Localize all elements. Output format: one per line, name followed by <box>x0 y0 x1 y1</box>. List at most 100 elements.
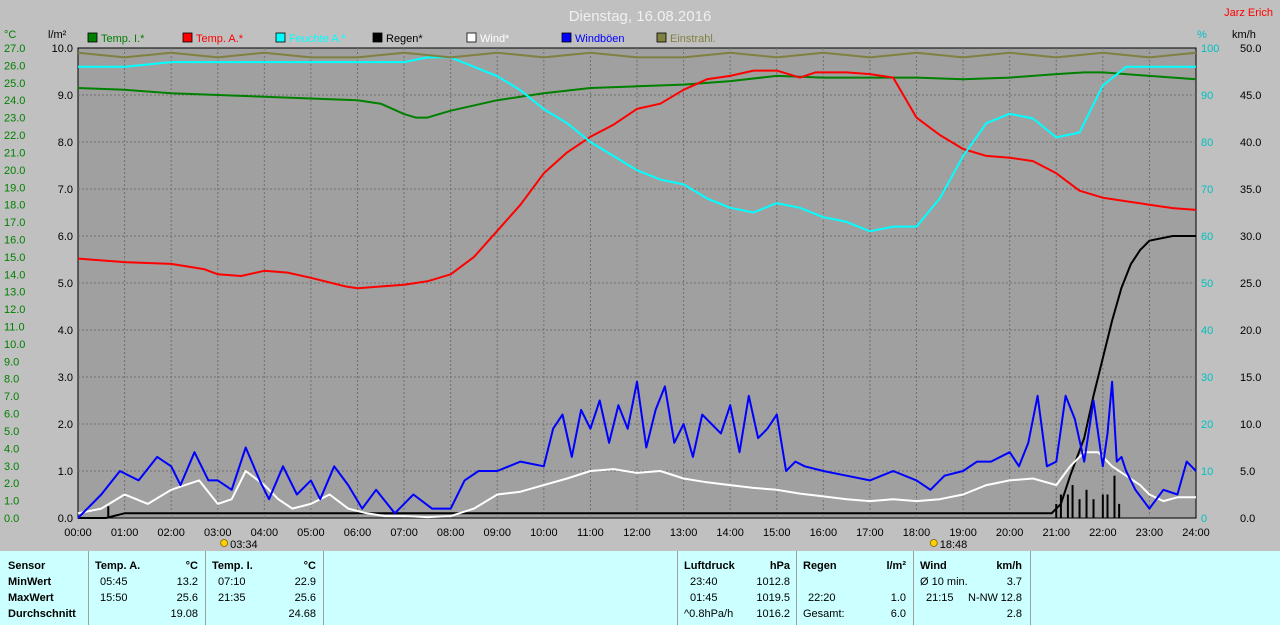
wind-header: Wind <box>920 560 947 572</box>
tick-label-rain: 9.0 <box>58 90 73 102</box>
rain-max-time: 22:20 <box>808 592 836 604</box>
tick-label-time: 22:00 <box>1089 527 1117 539</box>
tick-label-humidity: 90 <box>1201 90 1213 102</box>
sunrise-label: 03:34 <box>230 539 258 551</box>
tick-label-humidity: 10 <box>1201 466 1213 478</box>
tick-label-temp: 20.0 <box>4 165 25 177</box>
temp-i-avg: 24.68 <box>288 608 316 620</box>
tick-label-temp: 1.0 <box>4 496 19 508</box>
legend-swatch <box>466 32 477 43</box>
tick-label-wind: 45.0 <box>1240 90 1261 102</box>
temp-i-min-time: 07:10 <box>218 576 246 588</box>
legend-swatch <box>275 32 286 43</box>
tick-label-time: 14:00 <box>716 527 744 539</box>
rain-bar <box>1078 499 1081 518</box>
rain-bar <box>1059 494 1062 518</box>
wind-avg10: 3.7 <box>1006 576 1022 588</box>
tick-label-time: 15:00 <box>763 527 791 539</box>
tick-label-rain: 8.0 <box>58 137 73 149</box>
legend-swatch <box>561 32 572 43</box>
tick-label-rain: 6.0 <box>58 231 73 243</box>
legend-swatch <box>87 32 98 43</box>
tick-label-temp: 27.0 <box>4 43 25 55</box>
tick-label-time: 09:00 <box>483 527 511 539</box>
wind-max: 12.8 <box>1000 592 1022 604</box>
tick-label-temp: 22.0 <box>4 130 25 142</box>
sunset-label: 18:48 <box>940 539 968 551</box>
tick-label-time: 06:00 <box>344 527 372 539</box>
tick-label-humidity: 60 <box>1201 231 1213 243</box>
rain-total: 6.0 <box>890 608 906 620</box>
pressure-max-time: 01:45 <box>690 592 718 604</box>
tick-label-temp: 19.0 <box>4 182 25 194</box>
tick-label-rain: 3.0 <box>58 372 73 384</box>
pressure-trend: ^0.8hPa/h <box>684 608 734 620</box>
tick-label-humidity: 40 <box>1201 325 1213 337</box>
tick-label-temp: 15.0 <box>4 252 25 264</box>
sunset-icon <box>929 539 938 547</box>
tick-label-rain: 1.0 <box>58 466 73 478</box>
rain-total-label: Gesamt: <box>803 608 845 620</box>
tick-label-time: 19:00 <box>949 527 977 539</box>
rain-header: Regen <box>803 560 837 572</box>
tick-label-temp: 24.0 <box>4 95 25 107</box>
tick-label-time: 04:00 <box>251 527 279 539</box>
rain-bar <box>1092 499 1095 518</box>
tick-label-time: 21:00 <box>1042 527 1070 539</box>
axis-unit-humidity: % <box>1197 29 1207 41</box>
stats-panel: Sensor MinWert MaxWert Durchschnitt Temp… <box>0 551 1280 625</box>
tick-label-time: 24:00 <box>1182 527 1210 539</box>
chart-title: Dienstag, 16.08.2016 <box>569 8 712 25</box>
pressure-max: 1019.5 <box>756 592 790 604</box>
tick-label-temp: 17.0 <box>4 217 25 229</box>
tick-label-time: 11:00 <box>577 527 604 539</box>
rain-bar <box>1113 475 1116 518</box>
tick-label-time: 07:00 <box>390 527 418 539</box>
tick-label-temp: 21.0 <box>4 147 25 159</box>
temp-a-max-time: 15:50 <box>100 592 128 604</box>
temp-i-max-time: 21:35 <box>218 592 246 604</box>
legend-label: Einstrahl. <box>670 33 716 45</box>
tick-label-temp: 3.0 <box>4 461 19 473</box>
tick-label-temp: 8.0 <box>4 374 19 386</box>
tick-label-temp: 0.0 <box>4 513 19 525</box>
tick-label-time: 17:00 <box>856 527 884 539</box>
legend-label: Wind* <box>480 33 510 45</box>
tick-label-temp: 4.0 <box>4 443 19 455</box>
pressure-min: 1012.8 <box>756 576 790 588</box>
tick-label-humidity: 70 <box>1201 184 1213 196</box>
tick-label-wind: 10.0 <box>1240 419 1261 431</box>
tick-label-time: 08:00 <box>437 527 465 539</box>
tick-label-wind: 25.0 <box>1240 278 1261 290</box>
rain-max: 1.0 <box>890 592 906 604</box>
row-label-max: MaxWert <box>8 592 54 604</box>
legend-label: Feuchte A.* <box>289 33 347 45</box>
sensor-header: Sensor <box>8 560 46 572</box>
row-label-avg: Durchschnitt <box>8 608 76 620</box>
rain-bar <box>1085 489 1088 518</box>
tick-label-temp: 25.0 <box>4 78 25 90</box>
row-label-min: MinWert <box>8 576 52 588</box>
temp-a-avg: 19.08 <box>170 608 198 620</box>
tick-label-temp: 14.0 <box>4 269 25 281</box>
pressure-unit: hPa <box>769 560 790 572</box>
temp-a-unit: °C <box>185 560 198 572</box>
tick-label-humidity: 100 <box>1201 43 1219 55</box>
temp-a-header: Temp. A. <box>95 560 141 572</box>
rain-bar <box>1118 503 1121 518</box>
pressure-min-time: 23:40 <box>690 576 718 588</box>
axis-unit-temp: °C <box>4 29 16 41</box>
rain-bar <box>1055 503 1058 518</box>
tick-label-temp: 11.0 <box>4 322 25 334</box>
sunrise-icon <box>220 539 229 547</box>
tick-label-wind: 30.0 <box>1240 231 1261 243</box>
wind-avg10-label: Ø 10 min. <box>920 576 968 588</box>
tick-label-wind: 0.0 <box>1240 513 1255 525</box>
tick-label-temp: 26.0 <box>4 60 25 72</box>
legend-label: Regen* <box>386 33 423 45</box>
tick-label-wind: 50.0 <box>1240 43 1261 55</box>
tick-label-time: 01:00 <box>111 527 139 539</box>
tick-label-humidity: 50 <box>1201 278 1213 290</box>
tick-label-time: 03:00 <box>204 527 232 539</box>
rain-bar <box>1066 494 1069 518</box>
